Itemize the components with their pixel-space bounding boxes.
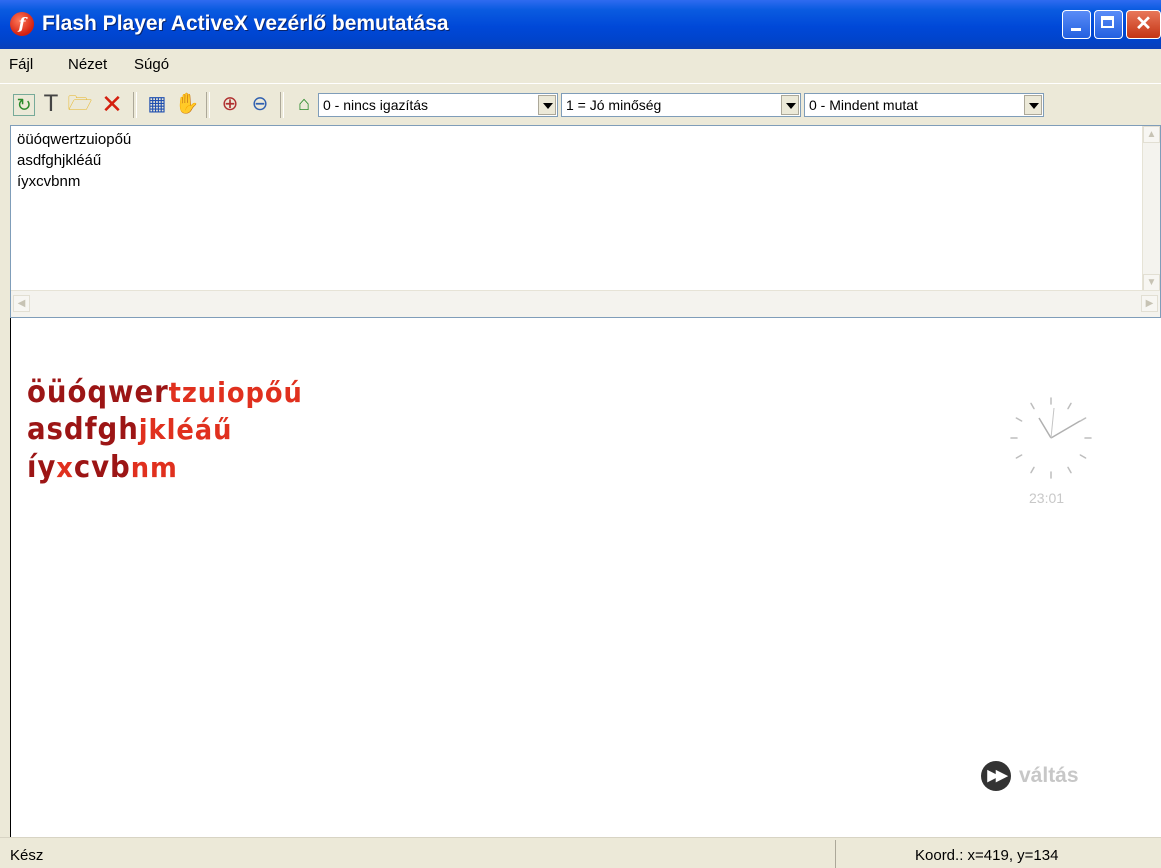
minimize-button[interactable] [1062, 10, 1091, 39]
flash-letter: k [148, 413, 167, 446]
toolbar-separator [280, 92, 284, 118]
flash-text-line: öüóqwertzuiopőú [27, 375, 303, 410]
flash-letter: f [84, 412, 98, 447]
text-input-area[interactable]: öüóqwertzuiopőú asdfghjkléáű íyxcvbnm ▲ … [10, 125, 1161, 318]
toolbar-separator [206, 92, 210, 118]
scroll-right-icon[interactable]: ▶ [1141, 295, 1158, 312]
flash-text-line: asdfghjkléáű [27, 412, 232, 447]
flash-text-line: íyxcvbnm [27, 450, 178, 485]
close-icon: ✕ [1135, 13, 1152, 35]
flash-letter: ö [27, 375, 47, 410]
flash-letter: a [27, 412, 47, 447]
flash-letter: h [118, 412, 139, 447]
analog-clock [1010, 397, 1092, 479]
window-title: Flash Player ActiveX vezérlő bemutatása [42, 12, 449, 35]
toolbar: ↻ T 🗁 ✕ ▦ ✋ ⊕ ⊖ ⌂ 0 - nincs igazítás 1 =… [0, 83, 1161, 122]
flash-letter: g [97, 412, 119, 447]
zoom-in-icon[interactable]: ⊕ [218, 92, 242, 116]
flash-letter: w [108, 375, 135, 410]
text-line: asdfghjkléáű [17, 152, 102, 169]
clock-minute-hand [1050, 420, 1081, 439]
text-line: íyxcvbnm [17, 173, 81, 190]
menu-view[interactable]: Nézet [68, 56, 107, 73]
flash-letter: ü [46, 375, 68, 410]
app-window: f Flash Player ActiveX vezérlő bemutatás… [0, 0, 1161, 868]
flash-letter: é [176, 413, 195, 446]
flash-letter: e [134, 375, 155, 410]
flash-letter: s [46, 412, 64, 447]
horizontal-scrollbar[interactable]: ◀ ▶ [11, 290, 1160, 317]
refresh-icon[interactable]: ↻ [13, 94, 35, 116]
chevron-down-icon[interactable] [1024, 95, 1042, 115]
flash-letter: l [166, 413, 177, 446]
flash-letter: j [138, 413, 149, 446]
flash-letter: í [27, 450, 38, 485]
flash-letter: b [110, 450, 131, 485]
flash-app-icon: f [10, 12, 34, 36]
flash-letter: p [245, 376, 265, 409]
maximize-button[interactable] [1094, 10, 1123, 39]
align-combo[interactable]: 0 - nincs igazítás [318, 93, 558, 117]
switch-button[interactable]: ▶▶ váltás [981, 761, 1079, 791]
close-button[interactable]: ✕ [1126, 10, 1161, 39]
flash-letter: q [87, 375, 109, 410]
menu-file[interactable]: Fájl [9, 56, 33, 73]
coordinates-readout: Koord.: x=419, y=134 [915, 847, 1059, 864]
fast-forward-icon: ▶▶ [981, 761, 1011, 791]
scroll-up-icon[interactable]: ▲ [1143, 126, 1160, 143]
scale-combo-value: 0 - Mindent mutat [809, 97, 918, 113]
flash-letter: u [197, 376, 218, 409]
vertical-scrollbar[interactable]: ▲ ▼ [1142, 126, 1160, 291]
flash-letter: ú [283, 376, 303, 409]
minimize-icon [1071, 28, 1081, 31]
flash-letter: ő [264, 376, 284, 409]
clock-second-hand [1050, 407, 1055, 439]
delete-icon[interactable]: ✕ [100, 91, 124, 117]
clock-hour-hand [1038, 417, 1052, 439]
scroll-down-icon[interactable]: ▼ [1143, 274, 1160, 291]
status-text: Kész [10, 847, 44, 864]
flash-letter: r [154, 375, 169, 410]
flash-letter: y [37, 450, 57, 485]
flash-letter: i [217, 376, 227, 409]
home-icon[interactable]: ⌂ [292, 92, 316, 116]
flash-letter: v [91, 450, 111, 485]
align-combo-value: 0 - nincs igazítás [323, 97, 429, 113]
chevron-down-icon[interactable] [781, 95, 799, 115]
flash-letter: c [73, 450, 92, 485]
quality-combo-value: 1 = Jó minőség [566, 97, 662, 113]
hand-icon[interactable]: ✋ [175, 92, 200, 116]
grid-icon[interactable]: ▦ [145, 92, 169, 116]
flash-letter: ű [213, 413, 233, 446]
clock-time: 23:01 [1029, 490, 1065, 506]
zoom-out-icon[interactable]: ⊖ [248, 92, 272, 116]
flash-letter: m [150, 451, 178, 484]
toolbar-separator [133, 92, 137, 118]
quality-combo[interactable]: 1 = Jó minőség [561, 93, 801, 117]
flash-letter: ó [67, 375, 88, 410]
flash-letter: á [194, 413, 214, 446]
properties-icon[interactable]: T [39, 92, 63, 116]
flash-letter: n [130, 451, 151, 484]
flash-letter: t [168, 376, 182, 409]
open-folder-icon[interactable]: 🗁 [68, 92, 93, 116]
title-bar[interactable]: f Flash Player ActiveX vezérlő bemutatás… [0, 0, 1161, 49]
flash-letter: z [181, 376, 198, 409]
status-panel: Koord.: x=419, y=134 [835, 840, 1161, 868]
switch-label: váltás [1019, 764, 1079, 787]
scale-combo[interactable]: 0 - Mindent mutat [804, 93, 1044, 117]
flash-letter: o [226, 376, 246, 409]
flash-stage[interactable]: öüóqwertzuiopőú asdfghjkléáű íyxcvbnm 23… [10, 318, 1161, 837]
text-line: öüóqwertzuiopőú [17, 131, 132, 148]
flash-letter: x [56, 451, 74, 484]
flash-letter: d [63, 412, 85, 447]
menu-bar: Fájl Nézet Súgó [0, 49, 1161, 81]
menu-help[interactable]: Súgó [134, 56, 169, 73]
status-bar: Kész Koord.: x=419, y=134 [0, 837, 1161, 868]
maximize-icon [1101, 16, 1114, 28]
scroll-left-icon[interactable]: ◀ [13, 295, 30, 312]
chevron-down-icon[interactable] [538, 95, 556, 115]
